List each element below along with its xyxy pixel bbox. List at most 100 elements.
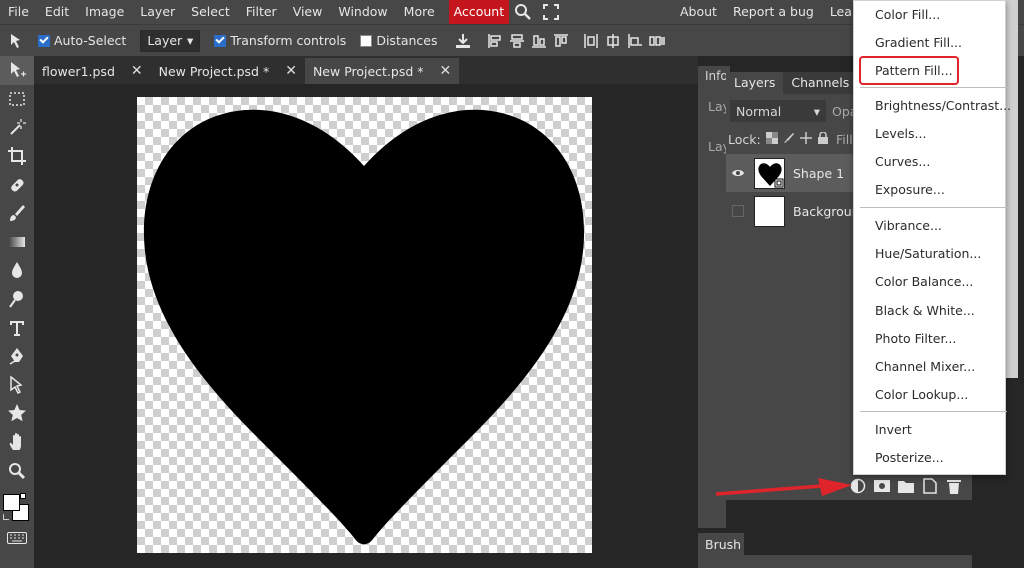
distribute-left-icon[interactable] <box>580 30 602 52</box>
transform-controls-label: Transform controls <box>230 33 347 48</box>
folder-icon[interactable] <box>898 478 914 494</box>
menu-filter[interactable]: Filter <box>238 0 285 24</box>
canvas-workspace <box>34 84 698 568</box>
close-icon[interactable]: ✕ <box>131 63 143 79</box>
menu-image[interactable]: Image <box>77 0 132 24</box>
lock-all-icon[interactable] <box>817 131 829 147</box>
align-bottom-icon[interactable] <box>528 30 550 52</box>
move-tool-icon[interactable] <box>0 56 34 85</box>
menu-more[interactable]: More <box>396 0 443 24</box>
menu-select[interactable]: Select <box>183 0 238 24</box>
menu-item-channel-mixer[interactable]: Channel Mixer... <box>854 354 1007 380</box>
lock-transparency-icon[interactable] <box>765 132 778 147</box>
menu-view[interactable]: View <box>285 0 331 24</box>
transform-check-icon <box>214 34 227 47</box>
tab-label: flower1.psd <box>42 63 115 79</box>
foreground-color-swatch[interactable] <box>3 494 20 511</box>
magic-wand-icon[interactable] <box>0 113 34 142</box>
align-center-vertical-icon[interactable] <box>506 30 528 52</box>
menu-item-color-fill[interactable]: Color Fill... <box>854 2 1007 28</box>
pen-icon[interactable] <box>0 342 34 371</box>
menu-item-color-lookup[interactable]: Color Lookup... <box>854 382 1007 408</box>
type-icon[interactable] <box>0 313 34 342</box>
distribute-center-icon[interactable] <box>602 30 624 52</box>
marquee-tool-icon[interactable] <box>0 85 34 114</box>
star-shape-icon[interactable] <box>0 399 34 428</box>
brush-icon[interactable] <box>0 199 34 228</box>
auto-select-checkbox[interactable]: Auto-Select <box>38 33 126 48</box>
menu-item-color-balance[interactable]: Color Balance... <box>854 269 1007 295</box>
menu-item-posterize[interactable]: Posterize... <box>854 445 1007 471</box>
heart-shape[interactable] <box>137 97 592 553</box>
tab-new-project-2[interactable]: New Project.psd * ✕ <box>304 58 460 84</box>
lock-row: Lock: <box>728 131 829 147</box>
menu-edit[interactable]: Edit <box>37 0 77 24</box>
zoom-icon[interactable] <box>0 456 34 485</box>
menu-item-black-white[interactable]: Black & White... <box>854 298 1007 324</box>
visibility-toggle[interactable] <box>726 192 750 230</box>
menu-item-vibrance[interactable]: Vibrance... <box>854 213 1007 239</box>
distribute-spacing-icon[interactable] <box>646 30 668 52</box>
tab-flower1[interactable]: flower1.psd ✕ <box>34 58 151 84</box>
menu-scrollbar[interactable] <box>1006 0 1018 378</box>
distances-checkbox[interactable]: Distances <box>360 33 438 48</box>
transform-controls-checkbox[interactable]: Transform controls <box>214 33 346 48</box>
menu-item-curves[interactable]: Curves... <box>854 149 1007 175</box>
close-icon[interactable]: ✕ <box>285 63 297 79</box>
menu-item-photo-filter[interactable]: Photo Filter... <box>854 326 1007 352</box>
path-select-icon[interactable] <box>0 371 34 400</box>
menu-separator <box>860 87 1007 88</box>
layer-mask-icon[interactable] <box>874 478 890 494</box>
download-icon[interactable] <box>452 30 474 52</box>
distances-check-icon <box>360 34 373 47</box>
menu-about[interactable]: About <box>672 0 725 24</box>
new-layer-icon[interactable] <box>922 478 938 494</box>
distribute-right-icon[interactable] <box>624 30 646 52</box>
document-canvas[interactable] <box>137 97 592 553</box>
default-colors-icon[interactable] <box>20 493 26 499</box>
menu-item-brightness-contrast[interactable]: Brightness/Contrast... <box>854 93 1011 119</box>
menu-file[interactable]: File <box>0 0 37 24</box>
layer-thumbnail <box>754 195 785 227</box>
healing-brush-icon[interactable] <box>0 170 34 199</box>
search-icon[interactable] <box>509 0 537 24</box>
close-icon[interactable]: ✕ <box>440 63 452 79</box>
crop-icon[interactable] <box>0 142 34 171</box>
gradient-icon[interactable] <box>0 228 34 257</box>
tab-layers[interactable]: Layers <box>726 72 784 94</box>
trash-icon[interactable] <box>946 478 962 494</box>
menu-report-bug[interactable]: Report a bug <box>725 0 822 24</box>
eye-icon[interactable] <box>726 154 750 192</box>
align-top-icon[interactable] <box>550 30 572 52</box>
keyboard-icon[interactable] <box>7 532 27 547</box>
menu-separator <box>860 207 1007 208</box>
menu-item-invert[interactable]: Invert <box>854 417 1007 443</box>
blur-drop-icon[interactable] <box>0 256 34 285</box>
hand-icon[interactable] <box>0 428 34 457</box>
fullscreen-icon[interactable] <box>537 0 565 24</box>
layer-thumbnail <box>754 157 785 189</box>
menu-item-exposure[interactable]: Exposure... <box>854 177 1007 203</box>
tab-brush[interactable]: Brush <box>698 533 744 555</box>
blend-mode-select[interactable]: Normal ▾ <box>730 100 826 122</box>
lock-position-icon[interactable] <box>799 132 812 147</box>
tab-channels[interactable]: Channels <box>783 72 857 94</box>
lock-pixels-icon[interactable] <box>783 132 795 147</box>
auto-select-target-select[interactable]: Layer ▾ <box>140 29 201 52</box>
account-button[interactable]: Account <box>448 0 510 24</box>
swap-colors-icon[interactable] <box>3 514 9 520</box>
auto-select-target-value: Layer <box>147 33 183 48</box>
menu-layer[interactable]: Layer <box>132 0 183 24</box>
menu-item-gradient-fill[interactable]: Gradient Fill... <box>854 30 1007 56</box>
document-tabs: flower1.psd ✕ New Project.psd * ✕ New Pr… <box>34 56 698 84</box>
dodge-icon[interactable] <box>0 285 34 314</box>
menu-item-levels[interactable]: Levels... <box>854 121 1007 147</box>
menu-window[interactable]: Window <box>330 0 395 24</box>
menu-separator <box>860 411 1007 412</box>
tab-new-project-1[interactable]: New Project.psd * ✕ <box>151 58 305 84</box>
color-swatches[interactable] <box>0 492 34 526</box>
blend-mode-value: Normal <box>736 103 782 119</box>
menu-item-hue-saturation[interactable]: Hue/Saturation... <box>854 241 1007 267</box>
align-left-icon[interactable] <box>484 30 506 52</box>
move-tool-icon <box>6 30 28 52</box>
